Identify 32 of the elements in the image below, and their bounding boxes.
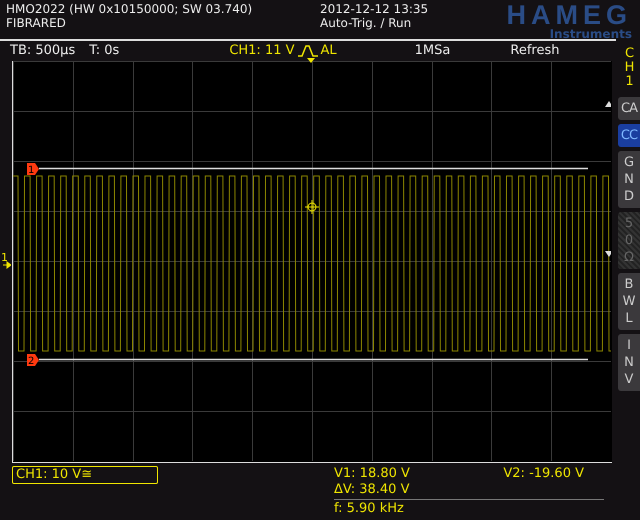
trigger-mode: Auto-Trig. / Run	[320, 16, 412, 31]
trigger-position-icon	[307, 58, 315, 63]
softkey-button[interactable]: CC	[618, 124, 640, 147]
sample-rate: 1MSa	[414, 43, 450, 59]
trigger-time: T: 0s	[89, 43, 120, 59]
trigger-level: CH1: 11 V	[229, 43, 295, 59]
trigger-coupling: AL	[320, 43, 337, 59]
channel-marker: 1	[1, 251, 8, 264]
date-time: 2012-12-12 13:35	[320, 2, 430, 16]
channel-info: CH1: 10 V≅	[12, 466, 158, 484]
acquisition-mode: Refresh	[510, 43, 560, 59]
timebase: TB: 500µs	[10, 43, 76, 59]
measurement-value: V2: -19.60 V	[503, 466, 584, 482]
softkey-button[interactable]: BWL	[618, 273, 640, 330]
cursor-line[interactable]	[39, 358, 588, 360]
menu-title: CH1	[624, 47, 636, 89]
logo-subtitle: Instruments	[548, 28, 632, 40]
cursor-marker[interactable]: 2	[27, 354, 39, 367]
trigger-crosshair-icon	[304, 200, 320, 214]
softkey-button[interactable]: CA	[618, 97, 640, 120]
logo-text: HAMEG	[506, 2, 632, 28]
cursor-line[interactable]	[39, 168, 588, 170]
softkey-button[interactable]: GND	[618, 151, 640, 208]
channel-arrow-icon	[3, 261, 11, 269]
softkey-button[interactable]: INV	[618, 334, 640, 391]
edge-slope-icon	[296, 45, 319, 57]
measurement-value: ΔV: 38.40 V	[334, 482, 410, 498]
model-info: HMO2022 (HW 0x10150000; SW 03.740)	[6, 2, 254, 16]
device-name: FIBRARED	[6, 16, 67, 31]
measurement-value: V1: 18.80 V	[334, 466, 410, 482]
cursor-marker[interactable]: 1	[27, 163, 39, 176]
measurement-value: f: 5.90 kHz	[334, 499, 604, 517]
